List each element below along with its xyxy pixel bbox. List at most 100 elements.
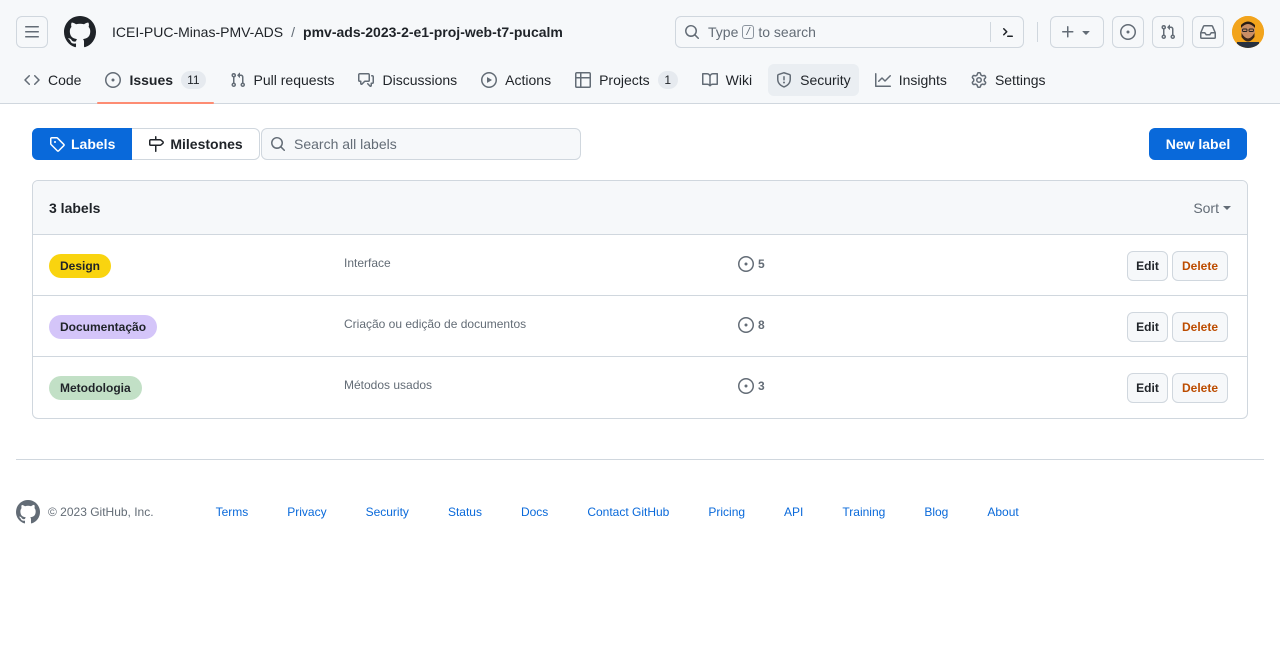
github-logo-icon[interactable]: [64, 16, 96, 48]
label-issue-count: 3: [758, 379, 765, 393]
footer-divider: [16, 459, 1264, 460]
footer-link-docs[interactable]: Docs: [521, 505, 548, 519]
code-icon: [24, 74, 40, 86]
tab-actions-label: Actions: [505, 72, 552, 88]
search-hint-type: Type: [708, 24, 739, 40]
github-mark-icon[interactable]: [16, 500, 40, 524]
footer-link-blog[interactable]: Blog: [924, 505, 948, 519]
footer-link-terms[interactable]: Terms: [216, 505, 249, 519]
tab-pull-requests[interactable]: Pull requests: [222, 64, 343, 96]
new-label-button[interactable]: New label: [1149, 128, 1247, 160]
hamburger-icon: [25, 26, 39, 38]
milestones-subnav-label: Milestones: [170, 136, 243, 152]
tab-security-label: Security: [800, 72, 851, 88]
search-icon: [271, 137, 286, 152]
play-icon: [481, 72, 498, 88]
labels-count: 3 labels: [49, 199, 101, 216]
create-new-button[interactable]: [1050, 16, 1104, 48]
search-shortcut-key: /: [742, 25, 755, 39]
footer-link-about[interactable]: About: [987, 505, 1018, 519]
breadcrumb: ICEI-PUC-Minas-PMV-ADS / pmv-ads-2023-2-…: [112, 22, 563, 42]
label-pill[interactable]: Metodologia: [49, 376, 142, 400]
labels-subnav-label: Labels: [71, 136, 116, 152]
tab-discussions-label: Discussions: [382, 72, 458, 88]
chevron-down-icon: [1223, 205, 1231, 210]
footer-link-training[interactable]: Training: [842, 505, 885, 519]
labels-subnav-link[interactable]: Labels: [32, 128, 133, 160]
user-avatar[interactable]: [1232, 16, 1264, 48]
tab-discussions[interactable]: Discussions: [350, 64, 465, 96]
site-footer: © 2023 GitHub, Inc. Terms Privacy Securi…: [16, 500, 1058, 524]
sort-dropdown[interactable]: Sort: [1193, 200, 1231, 216]
labels-subnav: Labels Milestones: [32, 128, 260, 160]
issue-opened-icon: [1120, 24, 1136, 40]
label-search-field[interactable]: [261, 128, 581, 160]
tab-actions[interactable]: Actions: [473, 64, 559, 96]
tag-icon: [50, 137, 65, 152]
tab-security[interactable]: Security: [768, 64, 859, 96]
labels-list-header: 3 labels Sort: [33, 181, 1247, 235]
tab-wiki[interactable]: Wiki: [694, 64, 760, 96]
issue-opened-icon: [105, 72, 122, 88]
shield-icon: [777, 72, 792, 88]
tab-issues[interactable]: Issues 11: [97, 64, 214, 104]
label-open-issues-link[interactable]: 3: [738, 378, 765, 394]
footer-link-pricing[interactable]: Pricing: [708, 505, 745, 519]
delete-label-button[interactable]: Delete: [1172, 251, 1228, 281]
label-issue-count: 5: [758, 257, 765, 271]
footer-copyright: © 2023 GitHub, Inc.: [48, 505, 154, 519]
git-pull-request-icon: [1161, 24, 1176, 40]
delete-label-button[interactable]: Delete: [1172, 312, 1228, 342]
edit-label-button[interactable]: Edit: [1127, 251, 1168, 281]
global-search-input[interactable]: Type / to search: [675, 16, 1024, 48]
milestone-icon: [149, 136, 165, 152]
search-hint-suffix: to search: [758, 24, 816, 40]
label-row: Design Interface 5 Edit Delete: [33, 235, 1247, 296]
label-open-issues-link[interactable]: 8: [738, 317, 765, 333]
footer-link-privacy[interactable]: Privacy: [287, 505, 326, 519]
tab-pull-requests-label: Pull requests: [253, 72, 335, 88]
milestones-subnav-link[interactable]: Milestones: [132, 128, 260, 160]
book-icon: [701, 72, 718, 87]
label-description: Métodos usados: [344, 378, 433, 392]
issue-opened-icon: [738, 256, 754, 272]
tab-insights[interactable]: Insights: [867, 64, 955, 96]
footer-link-status[interactable]: Status: [448, 505, 482, 519]
delete-label-button[interactable]: Delete: [1172, 373, 1228, 403]
footer-link-contact[interactable]: Contact GitHub: [587, 505, 669, 519]
search-hint: Type / to search: [708, 24, 816, 40]
labels-list: 3 labels Sort Design Interface 5 Edit De…: [32, 180, 1248, 419]
terminal-icon: [1003, 28, 1013, 37]
inbox-icon: [1200, 25, 1216, 39]
label-issue-count: 8: [758, 318, 765, 332]
issue-opened-icon: [738, 317, 754, 333]
tab-code[interactable]: Code: [16, 64, 89, 96]
breadcrumb-separator: /: [291, 24, 296, 40]
label-pill[interactable]: Documentação: [49, 315, 158, 339]
label-description: Criação ou edição de documentos: [344, 317, 527, 331]
table-icon: [575, 72, 592, 88]
label-pill[interactable]: Design: [49, 254, 112, 278]
issue-opened-icon: [738, 378, 754, 394]
tab-projects[interactable]: Projects 1: [567, 64, 686, 96]
issues-counter: 11: [181, 71, 206, 89]
your-issues-button[interactable]: [1112, 16, 1144, 48]
breadcrumb-owner-link[interactable]: ICEI-PUC-Minas-PMV-ADS: [112, 24, 283, 40]
tab-issues-label: Issues: [129, 72, 174, 88]
command-palette-button[interactable]: [990, 22, 1015, 42]
label-open-issues-link[interactable]: 5: [738, 256, 765, 272]
edit-label-button[interactable]: Edit: [1127, 373, 1168, 403]
label-search-input[interactable]: [294, 136, 564, 152]
tab-projects-label: Projects: [599, 72, 650, 88]
git-pull-request-icon: [231, 72, 245, 88]
edit-label-button[interactable]: Edit: [1127, 312, 1168, 342]
plus-icon: [1062, 26, 1074, 38]
sort-label: Sort: [1193, 199, 1219, 216]
tab-settings[interactable]: Settings: [963, 64, 1054, 96]
menu-button[interactable]: [16, 16, 48, 48]
notifications-button[interactable]: [1192, 16, 1224, 48]
breadcrumb-repo-link[interactable]: pmv-ads-2023-2-e1-proj-web-t7-pucalm: [303, 24, 563, 40]
footer-link-security[interactable]: Security: [366, 505, 409, 519]
your-pull-requests-button[interactable]: [1152, 16, 1184, 48]
footer-link-api[interactable]: API: [784, 505, 803, 519]
